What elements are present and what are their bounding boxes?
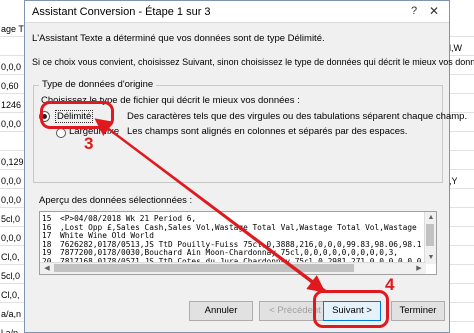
highlight-delimited-option [40,101,114,129]
cell[interactable] [449,193,474,207]
delimited-description: Des caractères tels que des virgules ou … [127,111,468,122]
preview-horizontal-scrollbar[interactable]: ◀ ▶ [40,262,426,274]
close-button[interactable]: ✕ [425,3,443,19]
cell[interactable] [449,288,474,302]
cell[interactable] [449,79,474,93]
cell[interactable] [449,231,474,245]
finish-button[interactable]: Terminer [391,301,445,321]
cell[interactable] [449,136,474,150]
step-4-label: 4 [385,275,395,294]
scroll-thumb[interactable] [426,224,434,246]
cell[interactable] [449,250,474,264]
cell[interactable] [449,22,474,36]
preview-vertical-scrollbar[interactable]: ▲ ▼ [424,212,436,264]
cancel-button[interactable]: Annuler [189,301,253,321]
cell[interactable] [449,155,474,169]
scroll-right-arrow-icon[interactable]: ▶ [413,264,425,274]
cell[interactable]: l,W [449,41,474,55]
data-preview[interactable]: 15 <P>04/08/2018 Wk 21 Period 6, 16 ,Lost O… [39,211,437,275]
cell[interactable] [449,269,474,283]
radio-fixed-width[interactable] [56,128,66,138]
group-title: Type de données d'origine [39,79,157,90]
cell[interactable] [449,98,474,112]
dialog-title: Assistant Conversion - Étape 1 sur 3 [32,6,211,18]
scroll-up-arrow-icon[interactable]: ▲ [425,213,436,223]
fixed-width-description: Les champs sont alignés en colonnes et s… [127,126,408,137]
preview-label: Aperçu des données sélectionnées : [39,195,193,206]
scroll-left-arrow-icon[interactable]: ◀ [41,264,53,274]
scroll-thumb[interactable] [54,264,354,272]
cell[interactable] [449,326,474,333]
highlight-next-button [313,290,389,328]
cell[interactable] [449,212,474,226]
help-button[interactable]: ? [405,3,423,19]
title-bar: Assistant Conversion - Étape 1 sur 3 ? ✕ [25,1,449,23]
step-3-label: 3 [84,134,94,153]
cell[interactable]: ,Y [449,174,474,188]
cell[interactable] [449,307,474,321]
intro-text-1: L'Assistant Texte a déterminé que vos do… [32,33,325,44]
intro-text-2: Si ce choix vous convient, choisissez Su… [32,57,474,67]
scroll-down-arrow-icon[interactable]: ▼ [425,253,436,263]
